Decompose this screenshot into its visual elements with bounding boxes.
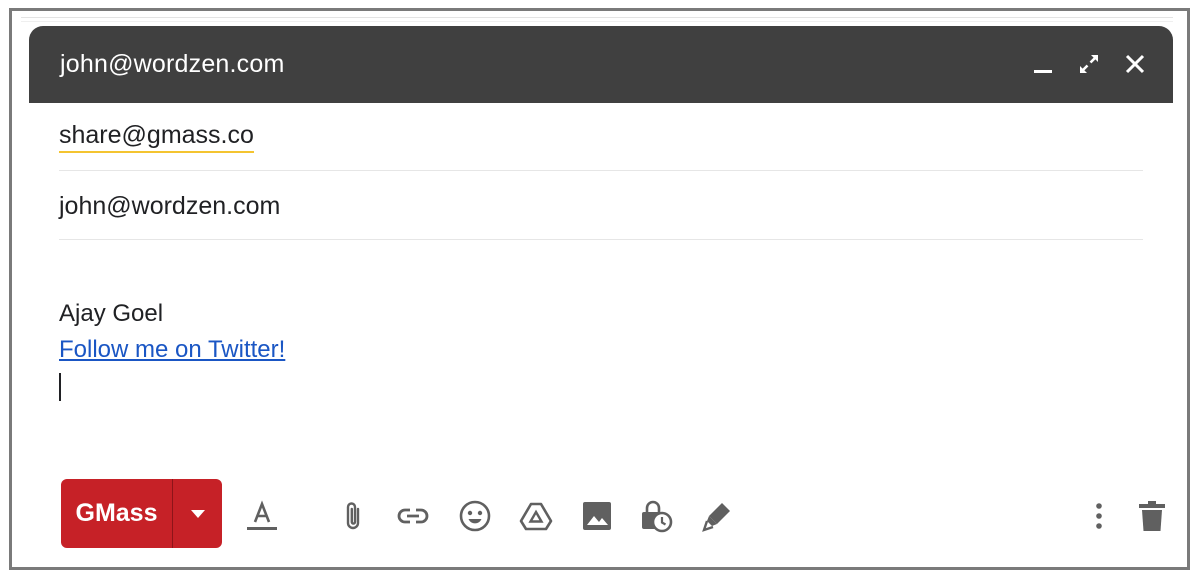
subject-value: john@wordzen.com <box>59 192 281 220</box>
confidential-mode-icon[interactable] <box>639 499 673 533</box>
link-icon[interactable] <box>396 499 430 533</box>
compose-window: john@wordzen.com share@gmass.co john@wor… <box>29 26 1173 556</box>
compose-toolbar: GMass <box>61 479 1165 549</box>
top-divider <box>21 17 1173 22</box>
message-body[interactable]: Ajay Goel Follow me on Twitter! <box>59 296 1143 401</box>
gmass-send-group: GMass <box>61 479 222 548</box>
send-options-button[interactable] <box>173 479 222 548</box>
window-title: john@wordzen.com <box>60 50 285 78</box>
close-icon[interactable] <box>1123 52 1147 76</box>
more-options-icon[interactable] <box>1082 499 1116 533</box>
recipient-chip[interactable]: share@gmass.co <box>59 119 254 153</box>
subject-field[interactable]: john@wordzen.com <box>59 188 1143 240</box>
emoji-icon[interactable] <box>458 499 492 533</box>
expand-icon[interactable] <box>1077 52 1101 76</box>
signature-link[interactable]: Follow me on Twitter! <box>59 332 285 368</box>
discard-icon[interactable] <box>1135 499 1169 533</box>
attach-icon[interactable] <box>336 499 370 533</box>
window-controls <box>1031 52 1147 76</box>
drive-icon[interactable] <box>519 499 553 533</box>
gmass-send-button[interactable]: GMass <box>61 479 172 548</box>
minimize-icon[interactable] <box>1031 52 1055 76</box>
text-cursor <box>59 373 61 401</box>
photo-icon[interactable] <box>580 499 614 533</box>
to-field[interactable]: share@gmass.co <box>59 119 1143 171</box>
format-text-icon[interactable] <box>245 499 279 533</box>
signature-name: Ajay Goel <box>59 300 164 327</box>
signature-icon[interactable] <box>701 499 735 533</box>
compose-titlebar[interactable]: john@wordzen.com <box>29 26 1173 103</box>
caret-down-icon <box>190 509 205 518</box>
